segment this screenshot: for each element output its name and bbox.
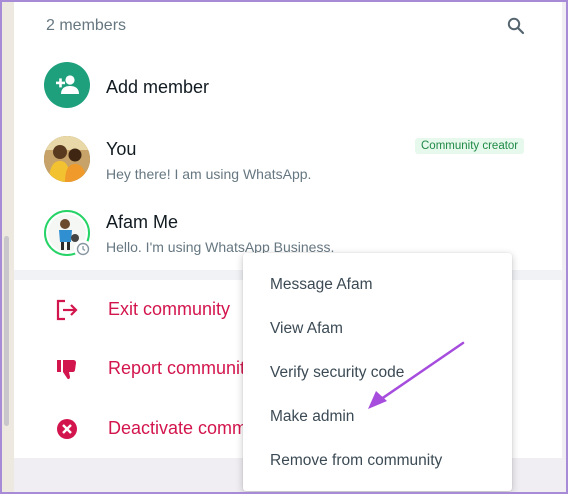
add-member-row[interactable]: Add member (14, 59, 562, 117)
members-count: 2 members (46, 17, 127, 34)
member-name: You (106, 139, 137, 159)
member-name: Afam Me (106, 212, 179, 232)
add-person-icon (56, 75, 79, 94)
search-icon[interactable] (506, 16, 526, 36)
business-clock-icon (74, 240, 92, 258)
menu-item-remove[interactable]: Remove from community (243, 439, 512, 483)
exit-community-label: Exit community (108, 299, 231, 319)
report-community-label: Report community (108, 358, 255, 378)
avatar (44, 136, 90, 182)
avatar (44, 210, 92, 258)
deactivate-icon (57, 419, 77, 439)
thumbs-down-icon (57, 360, 76, 380)
annotation-arrow-icon (368, 341, 465, 409)
status-badge: Community creator (415, 138, 525, 154)
add-member-label: Add member (106, 77, 210, 97)
menu-item-message[interactable]: Message Afam (243, 263, 512, 307)
exit-icon (56, 299, 78, 321)
members-panel: 2 members Add member You Hey there! I am… (14, 2, 562, 270)
member-status: Hey there! I am using WhatsApp. (106, 166, 312, 182)
add-member-avatar (44, 62, 90, 108)
scrollbar-thumb[interactable] (4, 236, 9, 426)
